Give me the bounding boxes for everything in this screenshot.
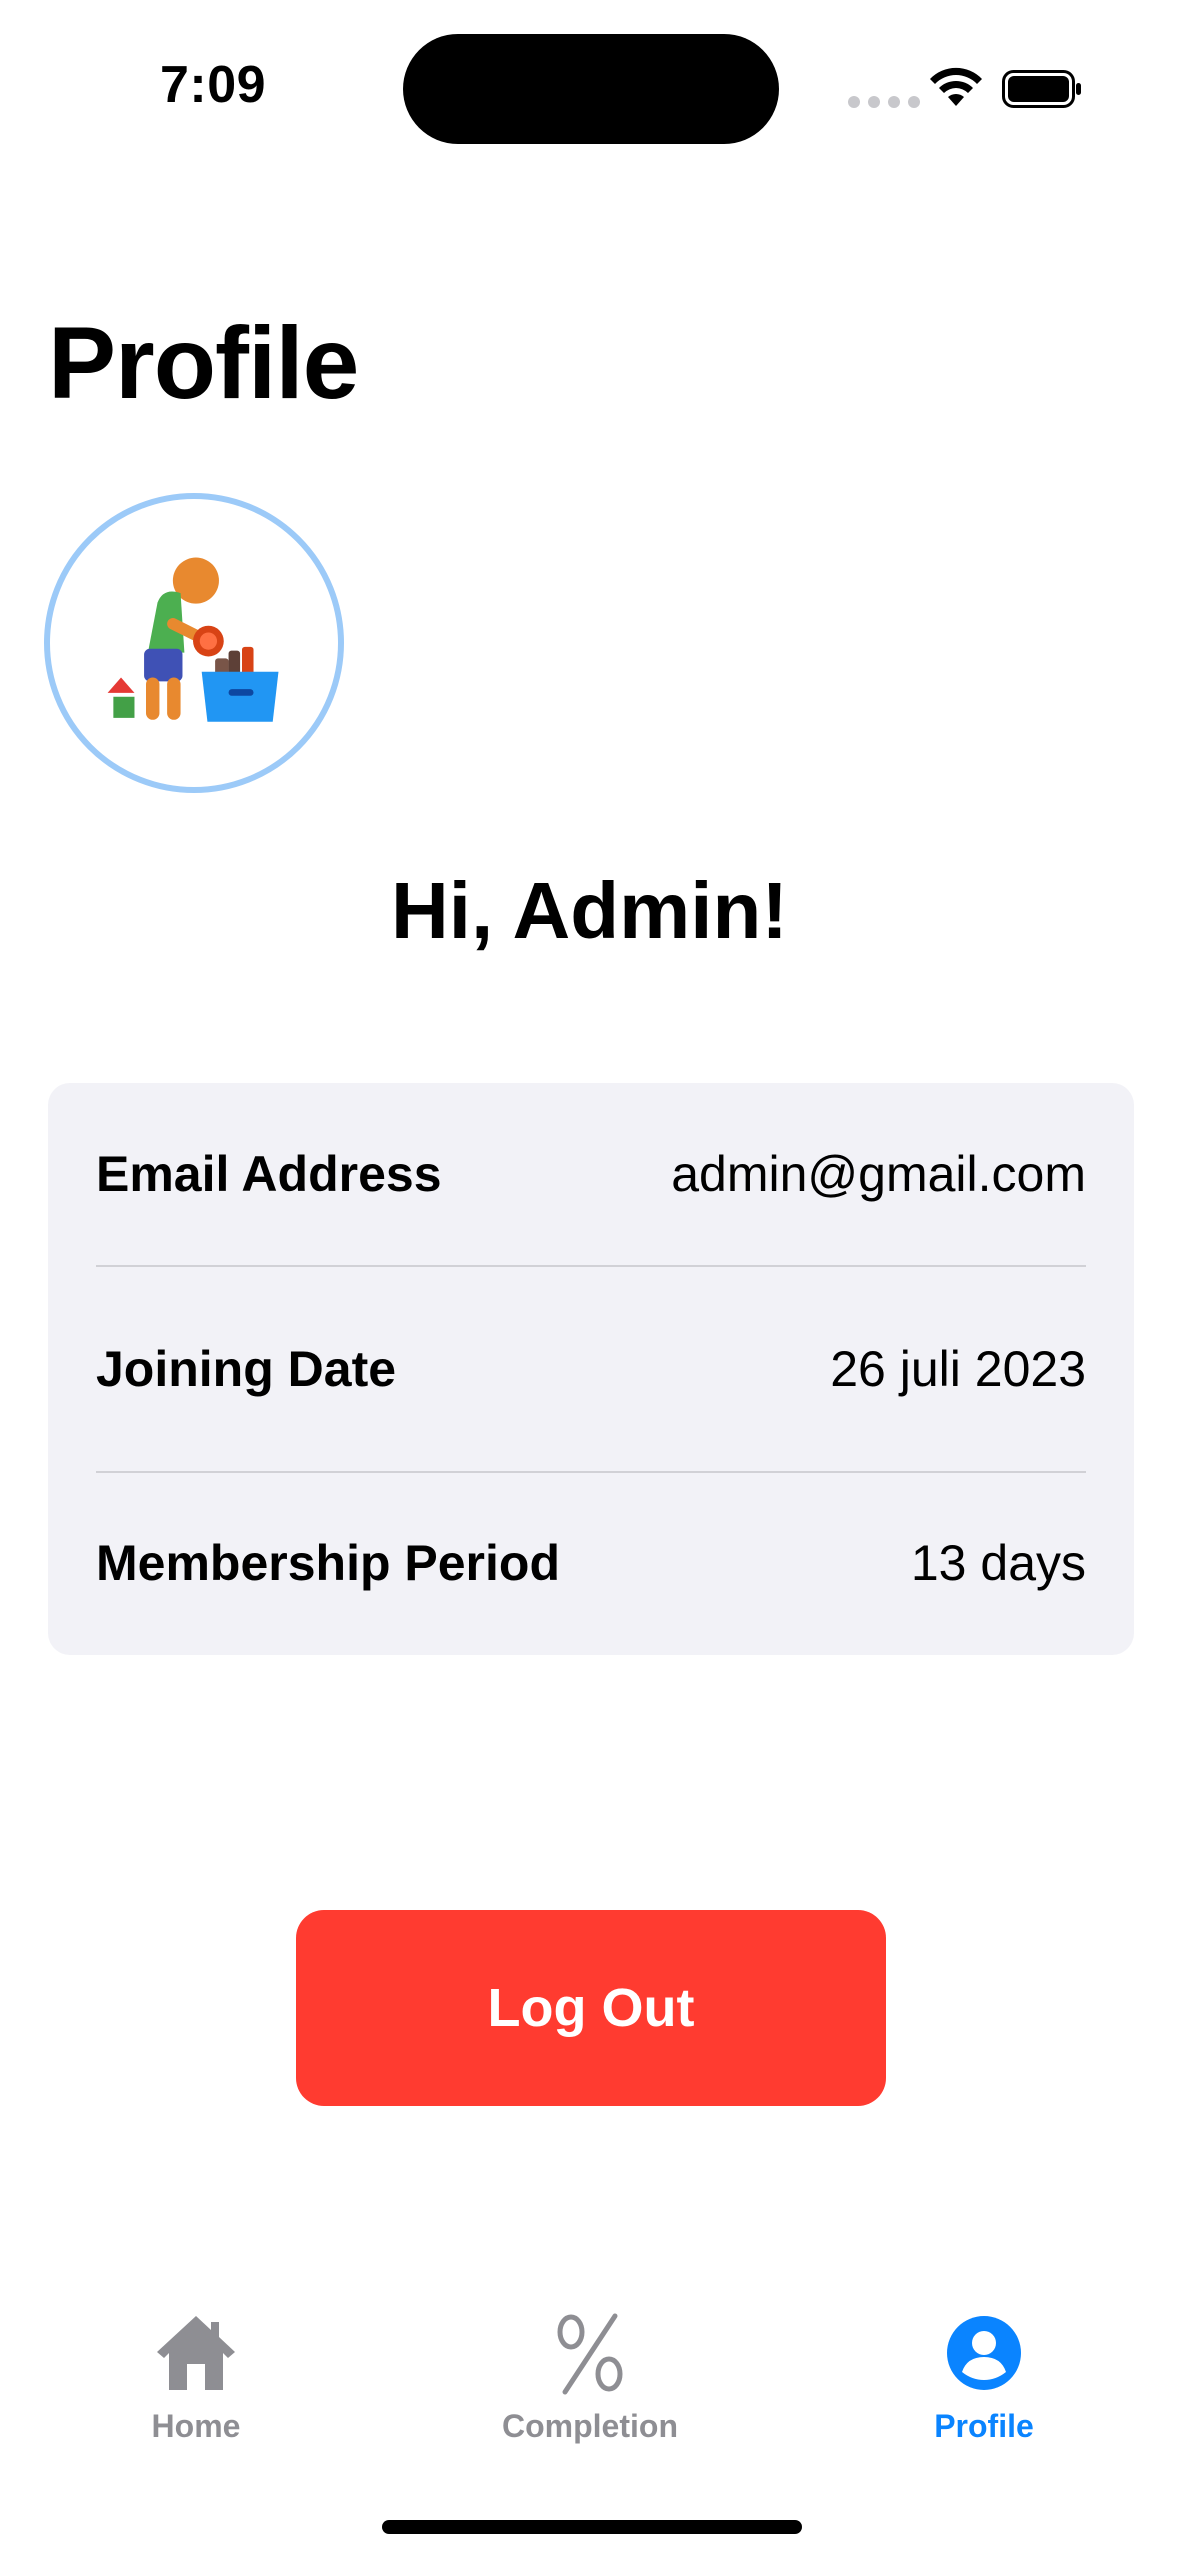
info-value: admin@gmail.com xyxy=(671,1146,1086,1202)
wifi-icon xyxy=(930,67,982,106)
home-indicator[interactable] xyxy=(382,2520,802,2534)
info-row-email: Email Address admin@gmail.com xyxy=(96,1083,1086,1265)
child-packing-toys-illustration xyxy=(107,557,279,722)
status-bar: 7:09 xyxy=(0,0,1179,170)
info-value: 26 juli 2023 xyxy=(830,1341,1086,1397)
tab-home[interactable]: Home xyxy=(46,2310,346,2460)
info-value: 13 days xyxy=(910,1535,1086,1591)
info-row-joining-date: Joining Date 26 juli 2023 xyxy=(96,1265,1086,1471)
page-title: Profile xyxy=(48,306,359,420)
info-row-membership-period: Membership Period 13 days xyxy=(96,1471,1086,1653)
dynamic-island xyxy=(403,34,779,144)
greeting-heading: Hi, Admin! xyxy=(391,866,788,955)
status-time: 7:09 xyxy=(160,56,267,114)
tab-label: Home xyxy=(151,2408,241,2444)
tab-completion[interactable]: Completion xyxy=(440,2310,740,2460)
cellular-signal-icon xyxy=(848,96,920,108)
battery-full-icon xyxy=(1002,70,1081,108)
logout-button[interactable]: Log Out xyxy=(296,1910,886,2106)
tab-profile[interactable]: Profile xyxy=(834,2310,1134,2460)
info-label: Joining Date xyxy=(96,1341,397,1397)
tab-bar: Home Completion Profile xyxy=(0,2310,1179,2460)
info-label: Email Address xyxy=(96,1146,442,1202)
info-label: Membership Period xyxy=(96,1535,560,1591)
avatar xyxy=(44,493,344,793)
profile-info-card: Email Address admin@gmail.com Joining Da… xyxy=(48,1083,1134,1655)
tab-label: Completion xyxy=(502,2408,678,2444)
person-circle-icon xyxy=(941,2310,1027,2396)
tab-label: Profile xyxy=(934,2408,1034,2444)
percent-icon xyxy=(547,2310,633,2396)
house-icon xyxy=(153,2310,239,2396)
